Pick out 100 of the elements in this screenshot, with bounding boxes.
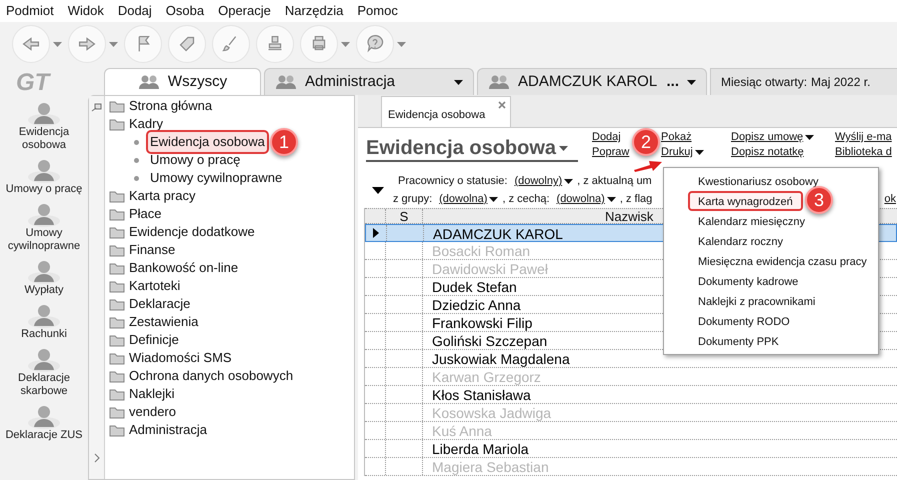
tree-item[interactable]: Karta pracy: [109, 187, 196, 205]
folder-icon: [109, 315, 125, 329]
tree-item[interactable]: vendero: [109, 403, 176, 421]
nav-item[interactable]: Deklaracje skarbowe: [0, 346, 88, 398]
toolbar-button[interactable]: [168, 25, 206, 63]
close-icon[interactable]: [498, 101, 506, 109]
filter-dropdown[interactable]: (dowolna): [439, 190, 498, 208]
context-tab[interactable]: ADAMCZUK KAROL ...: [477, 68, 707, 95]
toolbar-button[interactable]: [124, 25, 162, 63]
folder-icon: [109, 243, 125, 257]
tree-item[interactable]: Bankowość on-line: [109, 259, 238, 277]
menu-item[interactable]: Podmiot: [6, 1, 54, 21]
table-cell-text: Frankowski Filip: [431, 314, 532, 331]
logo: GT: [16, 68, 50, 98]
toolbar-button[interactable]: [68, 25, 106, 63]
toolbar-button[interactable]: [356, 25, 394, 63]
caret-icon: [694, 150, 704, 155]
month-value: Maj 2022 r.: [811, 74, 870, 91]
month-label: Miesiąc otwarty:: [721, 74, 808, 91]
bullet-icon: [134, 158, 139, 162]
menu-item[interactable]: Dokumenty PPK: [688, 331, 789, 351]
tree-item[interactable]: Administracja: [109, 421, 208, 439]
toolbar-button[interactable]: [212, 25, 250, 63]
tree-item[interactable]: Naklejki: [109, 385, 175, 403]
action-link[interactable]: Dodaj: [592, 130, 621, 145]
tree-item[interactable]: Strona główna: [109, 97, 212, 115]
tree-item[interactable]: Płace: [109, 205, 162, 223]
toolbar-button[interactable]: [256, 25, 294, 63]
table-cell-text: Goliński Szczepan: [431, 332, 548, 349]
document-tab[interactable]: Ewidencja osobowa: [381, 96, 511, 127]
collapse-arrow-icon[interactable]: [372, 187, 384, 194]
dropdown-caret-icon: [687, 80, 696, 84]
nav-item[interactable]: Rachunki: [0, 302, 88, 341]
action-link[interactable]: Pokaż: [661, 130, 692, 145]
folder-icon: [109, 189, 125, 203]
filter-link[interactable]: ok: [884, 190, 896, 208]
action-link[interactable]: Wyślij e-ma: [835, 130, 892, 145]
folder-icon: [109, 333, 125, 347]
folder-icon: [109, 423, 125, 437]
tree-item[interactable]: Zestawienia: [109, 313, 198, 331]
nav-item[interactable]: Umowy cywilnoprawne: [0, 201, 88, 253]
menu-item[interactable]: Dodaj: [118, 1, 152, 21]
column-header[interactable]: S: [386, 209, 423, 223]
menu-item[interactable]: Narzędzia: [284, 1, 344, 21]
page-title[interactable]: Ewidencja osobowa: [366, 136, 578, 162]
table-cell-text: Juskowiak Magdalena: [431, 350, 570, 367]
tree-item[interactable]: Kadry: [109, 115, 163, 133]
tree-item[interactable]: Umowy cywilnoprawne: [148, 168, 284, 188]
menu-item[interactable]: Dokumenty RODO: [688, 311, 800, 331]
menu-item[interactable]: Pomoc: [357, 1, 398, 21]
filter-label: , z cechą:: [502, 192, 550, 207]
table-row[interactable]: Liberda Mariola: [365, 440, 897, 458]
table-row[interactable]: Kłos Stanisława: [365, 386, 897, 404]
action-link[interactable]: Biblioteka d: [835, 145, 892, 160]
menu-item[interactable]: Osoba: [166, 1, 204, 21]
dropdown-caret-icon: [397, 42, 406, 46]
dropdown-caret-icon: [109, 42, 118, 46]
tree-item[interactable]: Ewidencje dodatkowe: [109, 223, 255, 241]
folder-icon: [109, 351, 125, 365]
person-icon: [27, 100, 61, 126]
toolbar-button[interactable]: [12, 25, 50, 63]
tree-item[interactable]: Wiadomości SMS: [109, 349, 232, 367]
caret-icon: [489, 196, 498, 202]
tree-item[interactable]: Deklaracje: [109, 295, 190, 313]
action-link[interactable]: Drukuj: [661, 145, 704, 160]
table-cell-text: Kosowska Jadwiga: [431, 404, 552, 421]
menu-item[interactable]: Karta wynagrodzeń: [688, 191, 803, 211]
action-link[interactable]: Dopisz notatkę: [731, 145, 804, 160]
action-link[interactable]: Dopisz umowę: [731, 130, 814, 145]
tab-label: ADAMCZUK KAROL: [518, 72, 658, 92]
person-icon: [27, 258, 61, 284]
tree-item[interactable]: Definicje: [109, 331, 179, 349]
bullet-icon: [134, 140, 139, 144]
tree-item[interactable]: Ewidencja osobowa: [148, 132, 267, 152]
tree-item[interactable]: Umowy o pracę: [148, 150, 242, 170]
nav-item[interactable]: Wypłaty: [0, 258, 88, 297]
chevron-right-icon[interactable]: [94, 453, 100, 463]
nav-item[interactable]: Deklaracje ZUS: [0, 403, 88, 442]
nav-item[interactable]: Umowy o pracę: [0, 157, 88, 196]
column-header[interactable]: Nazwisk: [605, 209, 654, 224]
folder-icon: [109, 117, 125, 131]
tree-item[interactable]: Ochrona danych osobowych: [109, 367, 294, 385]
context-tab[interactable]: Wszyscy: [104, 68, 261, 95]
filter-dropdown[interactable]: (dowolna): [556, 190, 616, 208]
caret-icon: [559, 146, 568, 150]
menu-item[interactable]: Widok: [68, 1, 104, 21]
person-icon: [27, 346, 61, 372]
tree-item[interactable]: Finanse: [109, 241, 176, 259]
folder-icon: [109, 207, 125, 221]
nav-item[interactable]: Ewidencja osobowa: [0, 100, 88, 152]
dropdown-caret-icon: [53, 42, 62, 46]
table-cell-text: Kłos Stanisława: [431, 386, 531, 403]
filter-dropdown[interactable]: (dowolny): [514, 172, 574, 190]
toolbar-button[interactable]: [300, 25, 338, 63]
tree-item[interactable]: Kartoteki: [109, 277, 180, 295]
menu-item[interactable]: Operacje: [218, 1, 271, 21]
action-link[interactable]: Popraw: [592, 145, 630, 160]
pointer-arrow: [634, 158, 662, 172]
context-tab[interactable]: Administracja: [264, 68, 474, 95]
pin-icon[interactable]: [90, 102, 102, 112]
